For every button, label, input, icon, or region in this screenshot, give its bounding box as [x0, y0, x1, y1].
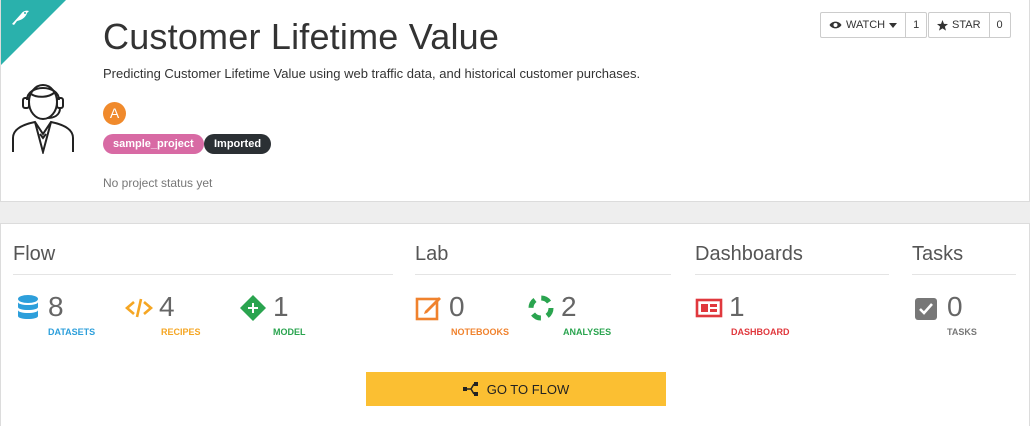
- analyses-count: 2: [561, 291, 577, 322]
- section-title-dashboards[interactable]: Dashboards: [695, 243, 803, 266]
- star-icon: [937, 19, 948, 31]
- star-button-group: STAR 0: [928, 12, 1011, 38]
- project-description: Predicting Customer Lifetime Value using…: [103, 66, 641, 81]
- bird-icon: [12, 10, 29, 25]
- eye-icon: [829, 21, 842, 29]
- caret-down-icon: [889, 22, 898, 28]
- divider: [695, 274, 889, 275]
- code-icon: [125, 298, 153, 318]
- tasks-count: 0: [947, 291, 963, 322]
- star-button[interactable]: STAR: [929, 13, 990, 37]
- project-summary: Flow Lab Dashboards Tasks 8 DATASETS 4 R…: [0, 223, 1030, 426]
- watch-button-group: WATCH 1: [820, 12, 928, 38]
- model-count: 1: [273, 291, 289, 322]
- star-count[interactable]: 0: [990, 13, 1010, 37]
- divider: [912, 274, 1016, 275]
- analyses-icon: [528, 295, 554, 321]
- tag-sample-project[interactable]: sample_project: [103, 134, 204, 154]
- model-icon: [240, 295, 266, 321]
- avatar[interactable]: A: [103, 102, 126, 125]
- divider: [13, 274, 393, 275]
- support-agent-icon: [12, 84, 74, 154]
- star-label: STAR: [952, 19, 981, 31]
- model-label: MODEL: [273, 327, 306, 337]
- watch-label: WATCH: [846, 19, 886, 31]
- checkbox-icon: [915, 298, 937, 320]
- dashboard-count: 1: [729, 291, 745, 322]
- tag-imported[interactable]: Imported: [204, 134, 272, 154]
- datasets-label: DATASETS: [48, 327, 96, 337]
- section-title-lab[interactable]: Lab: [415, 243, 448, 266]
- section-title-flow[interactable]: Flow: [13, 243, 55, 266]
- database-icon: [18, 295, 38, 319]
- notebook-edit-icon: [415, 297, 441, 321]
- notebooks-label: NOTEBOOKS: [451, 327, 510, 337]
- analyses-label: ANALYSES: [563, 327, 612, 337]
- go-to-flow-label: GO TO FLOW: [486, 381, 570, 397]
- datasets-count: 8: [48, 291, 64, 322]
- divider: [415, 274, 671, 275]
- page-title: Customer Lifetime Value: [103, 16, 500, 57]
- recipes-count: 4: [159, 291, 175, 322]
- dashboard-icon: [695, 298, 723, 318]
- notebooks-count: 0: [449, 291, 465, 322]
- watch-count[interactable]: 1: [906, 13, 926, 37]
- flow-icon: [462, 382, 478, 396]
- dashboard-label: DASHBOARD: [731, 327, 790, 337]
- project-header: Customer Lifetime Value Predicting Custo…: [0, 0, 1030, 202]
- project-status: No project status yet: [103, 176, 213, 190]
- section-title-tasks[interactable]: Tasks: [912, 243, 963, 266]
- tasks-label: TASKS: [947, 327, 977, 337]
- recipes-label: RECIPES: [161, 327, 201, 337]
- go-to-flow-button[interactable]: GO TO FLOW: [366, 372, 666, 406]
- watch-button[interactable]: WATCH: [821, 13, 907, 37]
